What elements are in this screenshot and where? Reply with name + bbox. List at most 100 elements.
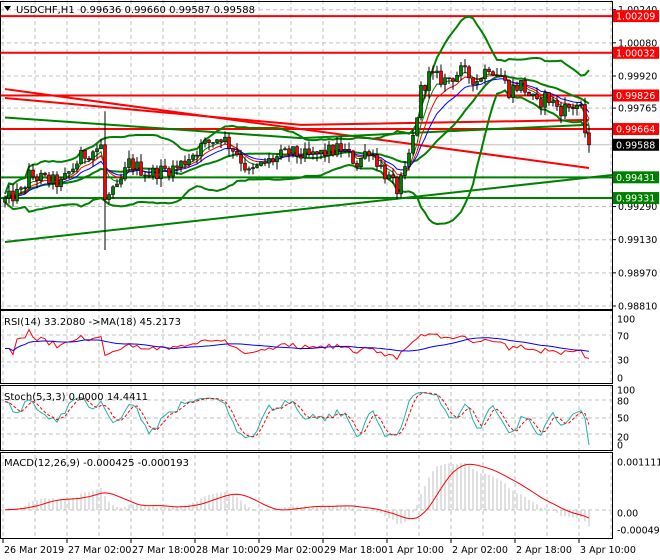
rsi-tick-label: 30 (617, 356, 629, 367)
candle-body (443, 77, 447, 85)
candle-body (427, 71, 431, 91)
macd-tick-label: -0.000498 (617, 526, 660, 537)
candle-body (435, 70, 439, 74)
price-tick-label: 0.98810 (618, 302, 657, 313)
candle-body (351, 150, 355, 164)
candle-body (35, 176, 39, 182)
candle-body (123, 167, 127, 180)
time-tick-label: 1 Apr 10:00 (388, 545, 444, 556)
candle-body (151, 167, 155, 177)
candle-body (383, 164, 387, 180)
candle-body (335, 143, 339, 156)
time-tick-label: 27 Mar 18:00 (132, 545, 195, 556)
candle[interactable] (331, 144, 335, 157)
candle-body (271, 158, 275, 163)
candle-body (339, 143, 343, 152)
candle-body (87, 158, 91, 161)
candle-body (47, 174, 51, 184)
candle-body (359, 157, 363, 168)
price-level-label: 0.99664 (616, 125, 655, 136)
candle[interactable] (419, 81, 423, 121)
candle-body (155, 167, 159, 180)
candle-body (375, 154, 379, 167)
candle-body (171, 165, 175, 177)
candle-body (11, 190, 15, 202)
candle-body (239, 154, 243, 164)
candle-body (227, 136, 231, 149)
trading-chart[interactable]: 1.002401.000800.999200.997650.992900.991… (0, 0, 660, 560)
candle-body (267, 158, 271, 164)
candle-body (219, 139, 223, 142)
candle-body (39, 172, 43, 182)
candle-body (235, 150, 239, 156)
candle-body (203, 139, 207, 144)
candle-body (319, 149, 323, 155)
candle-body (75, 163, 79, 170)
candle-body (539, 98, 543, 108)
candle-body (67, 171, 71, 174)
candle-body (463, 65, 467, 68)
candle-body (291, 146, 295, 155)
candle-body (579, 104, 583, 106)
candle-body (295, 146, 299, 157)
candle-body (263, 161, 267, 164)
candle-body (343, 148, 347, 152)
candle[interactable] (527, 91, 531, 97)
time-tick-label: 29 Mar 18:00 (324, 545, 387, 556)
candle-body (519, 80, 523, 91)
candle-body (15, 189, 19, 202)
macd-label: MACD(12,26,9) -0.000425 -0.000193 (4, 458, 189, 469)
candle-body (511, 85, 515, 98)
candle-body (199, 143, 203, 156)
candle-body (355, 163, 359, 168)
candle-body (371, 154, 375, 157)
candle-body (391, 174, 395, 178)
candle-body (83, 150, 87, 159)
candle-body (483, 68, 487, 80)
candle-body (59, 178, 63, 187)
candle-body (331, 144, 335, 156)
candle-body (415, 117, 419, 136)
candle-body (587, 132, 591, 146)
candle-body (283, 148, 287, 151)
candle[interactable] (507, 79, 511, 100)
candle-body (455, 75, 459, 82)
candle-body (111, 186, 115, 195)
candle-body (551, 100, 555, 104)
time-tick-label: 27 Mar 02:00 (68, 545, 131, 556)
candle-body (563, 104, 567, 117)
candle-body (403, 166, 407, 176)
candle-body (303, 148, 307, 159)
candle-body (95, 148, 99, 153)
price-level-label: 1.00209 (616, 12, 655, 23)
candle-body (555, 100, 559, 107)
candle[interactable] (399, 172, 403, 198)
candle-body (523, 80, 527, 93)
candle-body (407, 152, 411, 167)
candle-body (379, 164, 383, 167)
candle-body (19, 187, 23, 190)
candle-body (99, 144, 103, 150)
candle-body (475, 81, 479, 85)
price-level-label: 0.99431 (616, 173, 655, 184)
candle-body (79, 150, 83, 165)
price-tick-label: 0.99765 (618, 104, 657, 115)
candle[interactable] (351, 149, 355, 165)
candle-body (323, 149, 327, 157)
time-tick-label: 3 Apr 10:00 (580, 545, 636, 556)
price-tick-label: 0.99130 (618, 235, 657, 246)
candle-body (147, 174, 151, 177)
candle-body (387, 174, 391, 180)
macd-tick-label: 0.00 (617, 509, 638, 520)
candle-body (139, 161, 143, 176)
candle-body (127, 158, 131, 168)
candle-body (487, 68, 491, 73)
candle-body (31, 169, 35, 178)
price-level-label: 0.99331 (616, 194, 655, 205)
candle-body (439, 70, 443, 85)
candle-body (527, 91, 531, 97)
candle-body (275, 156, 279, 163)
candle-body (327, 144, 331, 157)
candle[interactable] (415, 117, 419, 137)
candle-body (307, 148, 311, 155)
